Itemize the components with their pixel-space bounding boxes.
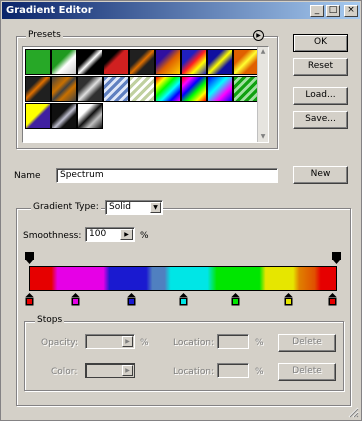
preset-swatch-foreground-to-background[interactable] (25, 49, 51, 75)
color-stop-6[interactable] (328, 293, 337, 306)
color-arrow-icon[interactable]: ▶ (122, 365, 133, 376)
name-field[interactable]: Spectrum (56, 168, 278, 183)
resize-grip-icon[interactable] (347, 406, 359, 418)
opacity-unit: % (140, 338, 149, 348)
name-label: Name (14, 171, 41, 181)
color-label: Color: (51, 367, 78, 377)
presets-label: Presets (26, 30, 63, 40)
opacity-stop-icon (25, 252, 34, 264)
preset-swatch-copper[interactable] (25, 76, 51, 102)
location2-unit: % (255, 367, 264, 377)
smoothness-label: Smoothness: (23, 231, 82, 241)
preset-swatch-orange-black[interactable] (129, 49, 155, 75)
presets-menu-button[interactable]: ▶ (253, 30, 264, 41)
preset-swatch-orange-yellow-orange[interactable] (233, 49, 259, 75)
preset-swatch-blue-red-yellow[interactable] (181, 49, 207, 75)
opacity-arrow-icon[interactable]: ▶ (122, 336, 133, 347)
opacity-stop-left[interactable] (25, 252, 34, 264)
smoothness-slider-arrow-icon[interactable]: ▶ (120, 229, 133, 240)
preset-swatch-blue-yellow-blue[interactable] (207, 49, 233, 75)
title-bar[interactable]: Gradient Editor _ □ × (2, 2, 360, 19)
delete-opacity-stop-button[interactable]: Delete (278, 334, 336, 352)
play-circle-icon: ▶ (256, 32, 261, 39)
smoothness-value: 100 (89, 229, 107, 239)
maximize-button[interactable]: □ (326, 4, 340, 17)
new-button[interactable]: New (293, 166, 348, 184)
location-unit: % (255, 338, 264, 348)
preset-swatch-dark-silver[interactable] (51, 103, 77, 129)
gradient-type-label: Gradient Type: (31, 202, 101, 212)
color-stop-3[interactable] (179, 293, 188, 306)
preset-swatch-silver[interactable] (77, 76, 103, 102)
gradient-type-select[interactable]: Solid ▼ (105, 200, 163, 215)
preset-swatch-blue-cyan-magenta[interactable] (207, 76, 233, 102)
window-title: Gradient Editor (6, 5, 93, 16)
smoothness-field[interactable]: 100 ▶ (85, 227, 135, 242)
save-button[interactable]: Save... (293, 111, 348, 129)
preset-swatch-black-white[interactable] (77, 49, 103, 75)
gradient-type-value: Solid (109, 202, 131, 212)
presets-list[interactable]: ▲ ▼ (22, 46, 269, 143)
color-stop-0[interactable] (25, 293, 34, 306)
preset-swatch-violet-orange[interactable] (155, 49, 181, 75)
preset-swatch-gray-silver[interactable] (77, 103, 103, 129)
preset-swatch-violet-green[interactable] (129, 76, 155, 102)
color-stop-1[interactable] (71, 293, 80, 306)
preset-swatch-green-stripes[interactable] (233, 76, 259, 102)
color-stop-2[interactable] (127, 293, 136, 306)
location-label: Location: (173, 338, 215, 348)
smoothness-unit: % (140, 231, 149, 241)
preset-swatch-chrome[interactable] (51, 76, 77, 102)
reset-button[interactable]: Reset (293, 58, 348, 76)
load-button[interactable]: Load... (293, 87, 348, 105)
minimize-button[interactable]: _ (310, 4, 324, 17)
opacity-field[interactable]: ▶ (85, 334, 135, 349)
preset-swatch-transparent-stripes[interactable] (103, 76, 129, 102)
preset-swatch-transparent-rainbow[interactable] (181, 76, 207, 102)
opacity-label: Opacity: (41, 338, 78, 348)
location-field[interactable] (217, 334, 249, 349)
chevron-down-icon: ▼ (150, 202, 161, 213)
scroll-up-icon[interactable]: ▲ (258, 47, 268, 57)
close-button[interactable]: × (344, 4, 358, 17)
color-stop-4[interactable] (231, 293, 240, 306)
gradient-editor-window: Gradient Editor _ □ × Presets ▶ ▲ ▼ OK R… (0, 0, 362, 421)
gradient-preview-bar[interactable] (29, 266, 337, 291)
location2-field[interactable] (217, 363, 249, 378)
color-swatch-field[interactable]: ▶ (85, 363, 135, 378)
preset-swatch-yellow-violet[interactable] (25, 103, 51, 129)
preset-swatch-foreground-to-transparent[interactable] (51, 49, 77, 75)
preset-swatch-red-black[interactable] (103, 49, 129, 75)
preset-swatch-spectrum[interactable] (155, 76, 181, 102)
opacity-stop-right[interactable] (332, 252, 341, 264)
color-stop-5[interactable] (284, 293, 293, 306)
opacity-stop-icon (332, 252, 341, 264)
stops-label: Stops (35, 315, 65, 325)
location2-label: Location: (173, 367, 215, 377)
ok-button[interactable]: OK (293, 34, 348, 52)
scroll-down-icon[interactable]: ▼ (258, 132, 268, 142)
presets-scrollbar[interactable]: ▲ ▼ (257, 47, 268, 142)
delete-color-stop-button[interactable]: Delete (278, 363, 336, 381)
